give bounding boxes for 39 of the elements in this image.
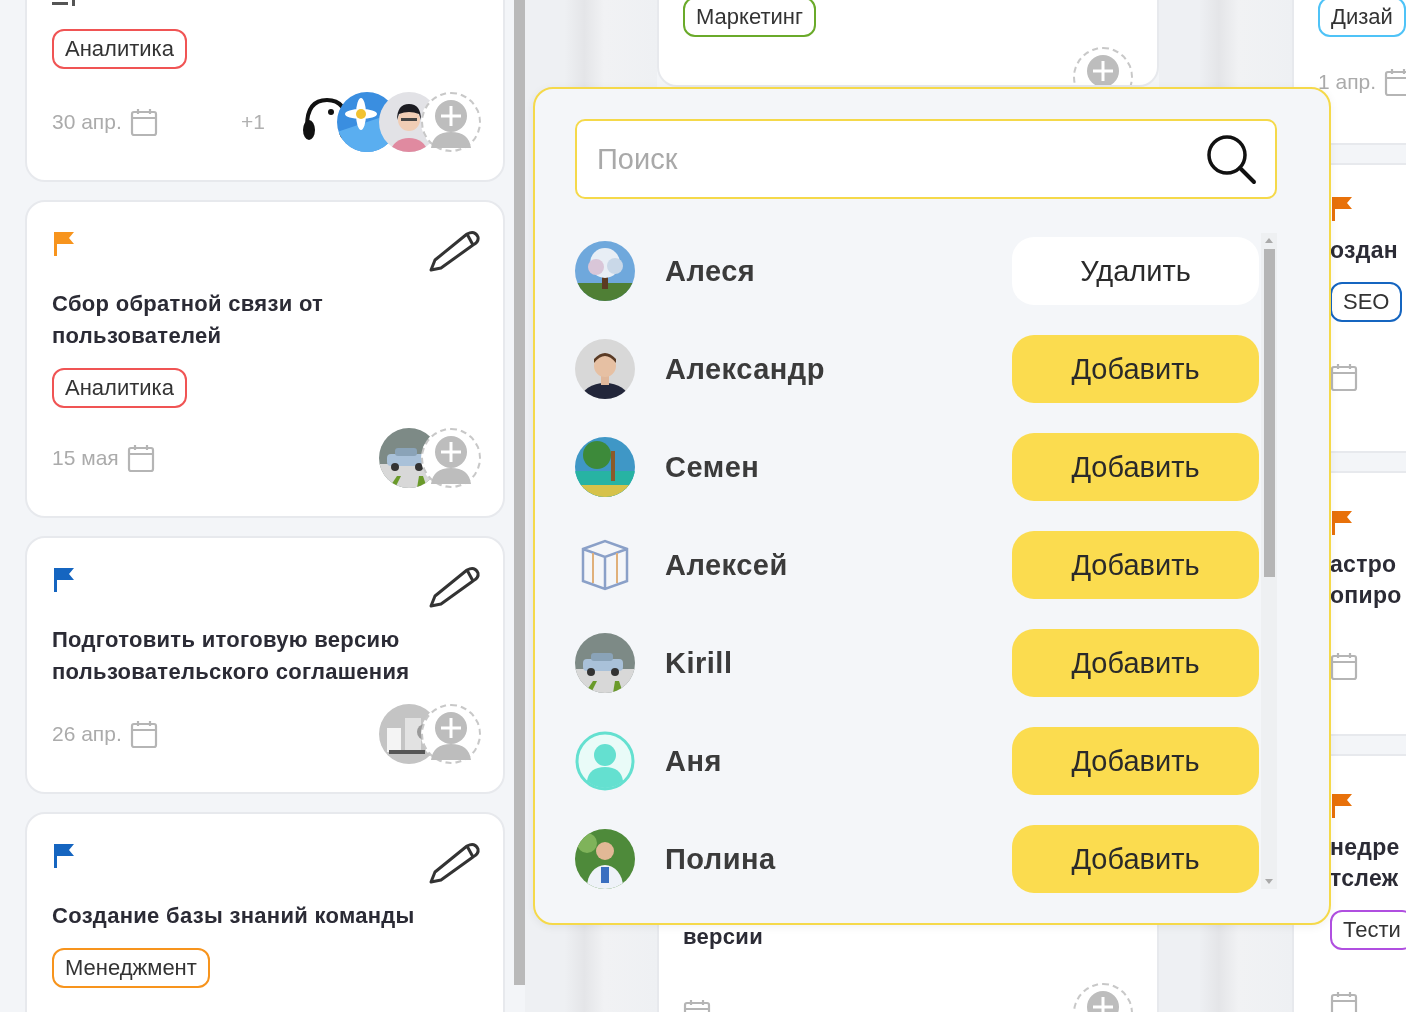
task-card[interactable]: Маркетинг (657, 0, 1159, 87)
task-title: Сбор обратной связи от пользователей (52, 290, 325, 350)
member-name: Александр (665, 352, 826, 386)
task-card[interactable]: Создание базы знаний команды Менеджмент (25, 812, 505, 1012)
task-title: оздан (1330, 236, 1399, 265)
task-title: Создание базы знаний команды (52, 902, 416, 930)
task-title: версии (683, 923, 764, 951)
category-tag: Аналитика (52, 368, 187, 408)
category-tag: Менеджмент (52, 948, 210, 988)
member-name: Алексей (665, 548, 789, 582)
due-date: 26 апр. (52, 722, 122, 746)
due-date: 1 апр. (1318, 70, 1377, 94)
task-title: Подготовить итоговую версию пользовательского соглашения (52, 626, 411, 686)
category-tag: Тести (1330, 910, 1406, 950)
member-name: Полина (665, 842, 777, 876)
add-button[interactable]: Добавить (1012, 727, 1259, 795)
add-button[interactable]: Добавить (1012, 629, 1259, 697)
category-tag: Дизай (1318, 0, 1406, 37)
task-card[interactable]: Подготовить итоговую версию пользовательского соглашения 26 апр. (25, 536, 505, 794)
category-tag: Маркетинг (683, 0, 816, 37)
member-name: Алеся (665, 254, 757, 288)
more-assignees-count: +1 (241, 110, 265, 134)
category-tag: Аналитика (52, 29, 187, 69)
add-button[interactable]: Добавить (1012, 531, 1259, 599)
member-name: Семен (665, 450, 761, 484)
member-name: Kirill (665, 646, 734, 680)
task-title: астро опиро (1330, 550, 1403, 610)
remove-button[interactable]: Удалить (1012, 237, 1259, 305)
task-card[interactable]: Аналитика 30 апр. +1 (25, 0, 505, 182)
task-card[interactable]: Сбор обратной связи от пользователей Аналитика 15 мая (25, 200, 505, 518)
add-button[interactable]: Добавить (1012, 433, 1259, 501)
task-title: недре тслеж (1330, 833, 1401, 893)
add-button[interactable]: Добавить (1012, 825, 1259, 893)
member-name: Аня (665, 744, 723, 778)
due-date: 30 апр. (52, 110, 122, 134)
add-button[interactable]: Добавить (1012, 335, 1259, 403)
category-tag: SEO (1330, 282, 1403, 322)
due-date: 15 мая (52, 446, 119, 470)
search-field[interactable]: Поиск (575, 119, 1277, 199)
